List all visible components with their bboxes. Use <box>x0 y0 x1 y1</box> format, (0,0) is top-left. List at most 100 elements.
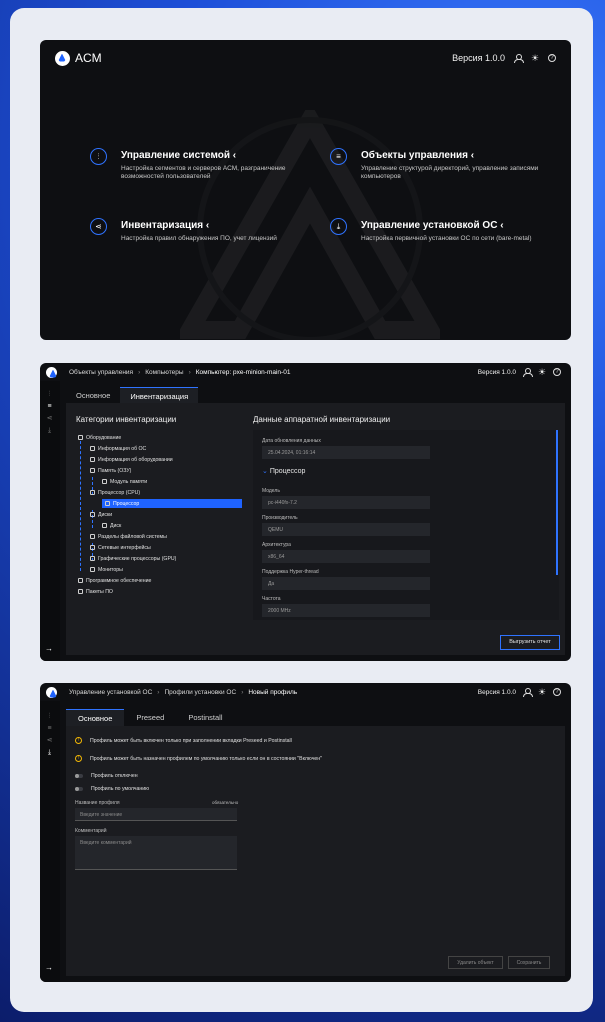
expand-arrow-icon[interactable]: → <box>45 963 53 972</box>
theme-toggle-icon[interactable]: ☀ <box>538 368 546 377</box>
sliders-icon[interactable]: ⫶ <box>45 391 54 398</box>
tile-title: Инвентаризация <box>121 220 204 231</box>
delete-object-button[interactable]: Удалить объект <box>448 956 503 969</box>
chevron-right-icon: › <box>188 368 191 376</box>
section-header[interactable]: ⌄ Процессор <box>262 467 305 475</box>
tile-title: Управление системой <box>121 150 230 161</box>
tab-main[interactable]: Основное <box>66 709 125 727</box>
file-icon <box>90 556 95 561</box>
breadcrumb-item[interactable]: Компьютеры <box>145 369 183 376</box>
chevron-down-icon: ⌄ <box>262 468 268 475</box>
help-icon[interactable]: ? <box>553 688 561 696</box>
warning-icon: ! <box>75 755 82 762</box>
tile-title: Управление установкой ОС <box>361 220 498 231</box>
toggle-switch[interactable] <box>75 774 83 778</box>
user-icon[interactable] <box>514 54 524 63</box>
header-actions: Версия 1.0.0 ☀ ? <box>452 53 556 63</box>
inventory-window: Объекты управления › Компьютеры › Компью… <box>40 363 571 661</box>
side-rail: ⫶ ≡ ⋖ ⤓ → <box>40 701 60 982</box>
help-icon[interactable]: ? <box>553 368 561 376</box>
required-hint: обязательно <box>212 800 239 805</box>
help-icon[interactable]: ? <box>548 54 556 62</box>
brand[interactable]: ACM <box>55 50 102 66</box>
acm-logo-icon[interactable] <box>46 366 57 378</box>
tree-item[interactable]: Оборудование <box>78 433 121 442</box>
field-value: x86_64 <box>262 550 430 563</box>
brand-name: ACM <box>75 51 102 65</box>
theme-toggle-icon[interactable]: ☀ <box>538 688 546 697</box>
download-icon: ⤓ <box>330 218 347 235</box>
comment-label: Комментарий <box>75 828 107 834</box>
toggle-switch[interactable] <box>75 787 83 791</box>
scrollbar[interactable] <box>556 430 558 575</box>
tab-preseed[interactable]: Preseed <box>124 709 176 727</box>
tree-item[interactable]: Модуль памяти <box>102 477 147 486</box>
field-value: pc-i440fx-7.2 <box>262 496 430 509</box>
file-icon <box>105 501 110 506</box>
chevron-right-icon: › <box>138 368 141 376</box>
tree-item[interactable]: Память (ОЗУ) <box>90 466 131 475</box>
list-icon[interactable]: ≡ <box>45 403 54 410</box>
file-icon <box>102 479 107 484</box>
profile-name-input[interactable]: Введите значение <box>75 808 237 821</box>
list-icon: ≡ <box>330 148 347 165</box>
theme-toggle-icon[interactable]: ☀ <box>531 54 539 63</box>
export-report-button[interactable]: Выгрузить отчет <box>500 635 560 650</box>
tree-item[interactable]: Диск <box>102 521 121 530</box>
list-icon[interactable]: ≡ <box>45 725 54 732</box>
share-icon: ⋖ <box>90 218 107 235</box>
tree-item[interactable]: Программное обеспечение <box>78 576 151 585</box>
field-value: QEMU <box>262 523 430 536</box>
toggle-default-row[interactable]: Профиль по умолчанию <box>75 786 149 792</box>
tree-item[interactable]: Мониторы <box>90 565 123 574</box>
user-icon[interactable] <box>523 368 533 377</box>
tile-description: Настройка первичной установки ОС по сети… <box>361 235 532 242</box>
header: ACM Версия 1.0.0 ☀ ? <box>55 49 556 67</box>
home-window: ACM Версия 1.0.0 ☀ ? ⫶ Управление систем… <box>40 40 571 340</box>
tabs: Основное Preseed Postinstall <box>66 709 235 727</box>
download-icon[interactable]: ⤓ <box>45 749 54 756</box>
field-label: Модель <box>262 488 280 494</box>
tree-item-selected[interactable]: Процессор <box>102 499 242 508</box>
tree-item[interactable]: Процессор (CPU) <box>90 488 140 497</box>
side-rail: ⫶ ≡ ⋖ ⤓ → <box>40 381 60 661</box>
download-icon[interactable]: ⤓ <box>45 427 54 434</box>
chevron-right-icon: › <box>157 688 160 696</box>
share-icon[interactable]: ⋖ <box>45 737 54 744</box>
breadcrumb-item[interactable]: Управление установкой ОС <box>69 689 152 696</box>
folder-icon <box>78 435 83 440</box>
save-button[interactable]: Сохранить <box>508 956 550 969</box>
tab-postinstall[interactable]: Postinstall <box>176 709 234 727</box>
tree-item[interactable]: Графические процессоры (GPU) <box>90 554 176 563</box>
acm-logo-icon[interactable] <box>46 686 57 698</box>
profile-window: Управление установкой ОС › Профили устан… <box>40 683 571 982</box>
breadcrumb-current: Компьютер: pxe-minion-main-01 <box>195 368 291 376</box>
inventory-tree: Оборудование Информация об ОС Информация… <box>78 433 248 603</box>
field-value: Да <box>262 577 430 590</box>
share-icon[interactable]: ⋖ <box>45 415 54 422</box>
topbar: Объекты управления › Компьютеры › Компью… <box>40 363 571 381</box>
tile-description: Настройка сегментов и серверов АСМ, разг… <box>121 165 286 180</box>
tree-item[interactable]: Диски <box>90 510 112 519</box>
folder-icon <box>90 512 95 517</box>
breadcrumb-item[interactable]: Объекты управления <box>69 369 133 376</box>
tree-item[interactable]: Информация об оборудовании <box>90 455 173 464</box>
toggle-enabled-row[interactable]: Профиль отключен <box>75 773 138 779</box>
updated-value: 25.04.2024, 01:16:14 <box>262 446 430 459</box>
file-icon <box>102 523 107 528</box>
chevron-right-icon: › <box>241 688 244 696</box>
folder-icon <box>90 468 95 473</box>
version-label: Версия 1.0.0 <box>477 688 516 696</box>
breadcrumb-item[interactable]: Профили установки ОС <box>164 689 236 696</box>
tree-item[interactable]: Информация об ОС <box>90 444 146 453</box>
tree-item[interactable]: Разделы файловой системы <box>90 532 167 541</box>
comment-textarea[interactable]: Введите комментарий <box>75 836 237 870</box>
tree-item[interactable]: Сетевые интерфейсы <box>90 543 151 552</box>
user-icon[interactable] <box>523 688 533 697</box>
tree-item[interactable]: Пакеты ПО <box>78 587 113 596</box>
expand-arrow-icon[interactable]: → <box>45 644 53 653</box>
sliders-icon[interactable]: ⫶ <box>45 713 54 720</box>
header-actions: Версия 1.0.0 ☀ ? <box>477 688 561 697</box>
file-icon <box>78 589 83 594</box>
file-icon <box>90 567 95 572</box>
